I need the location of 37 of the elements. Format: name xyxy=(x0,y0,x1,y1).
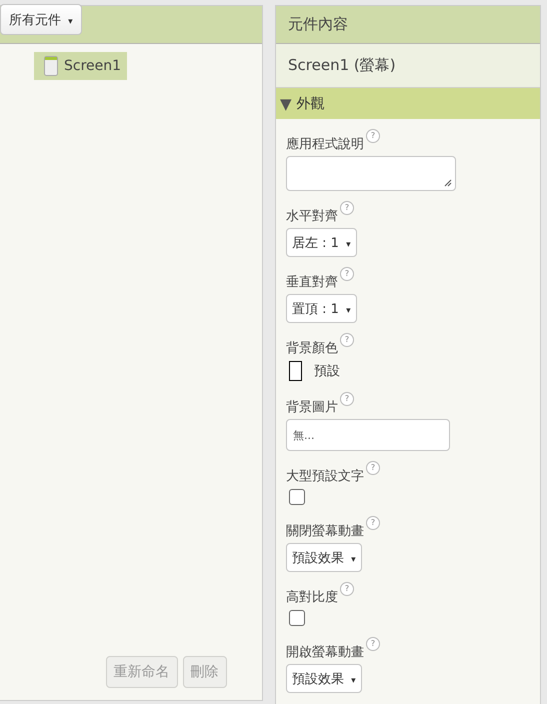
tree-item[interactable]: Screen1 xyxy=(34,52,128,80)
panel-title: 元件內容 xyxy=(276,6,540,44)
property-label: 大型預設文字 xyxy=(286,469,364,485)
help-icon[interactable]: ? xyxy=(366,129,380,143)
property-label: 背景顏色 xyxy=(286,341,338,357)
property-label: 水平對齊 xyxy=(286,209,338,225)
property-dropdown[interactable]: 居左 : 1 ▾ xyxy=(286,228,357,257)
help-icon[interactable]: ? xyxy=(340,201,354,215)
section-label: 外觀 xyxy=(296,94,325,112)
property-dropdown[interactable]: 預設效果 ▾ xyxy=(286,543,362,572)
property-label: 關閉螢幕動畫 xyxy=(286,524,364,540)
property-dropdown[interactable]: 預設效果 ▾ xyxy=(286,664,362,693)
property-label: 背景圖片 xyxy=(286,400,338,416)
property-label: 高對比度 xyxy=(286,590,338,606)
checkbox[interactable] xyxy=(289,489,305,505)
section-header[interactable]: ▼ 外觀 xyxy=(276,88,540,119)
help-icon[interactable]: ? xyxy=(366,461,380,475)
filter-dropdown[interactable]: 所有元件 ▾ xyxy=(0,4,82,35)
help-icon[interactable]: ? xyxy=(340,582,354,596)
property-label: 開啟螢幕動畫 xyxy=(286,645,364,661)
toggle-icon[interactable]: ▼ xyxy=(280,94,292,112)
screen-icon xyxy=(44,56,58,76)
property-label: 垂直對齊 xyxy=(286,275,338,291)
color-swatch[interactable] xyxy=(289,361,302,381)
text-field[interactable]: 無... xyxy=(286,419,450,451)
property-label: 應用程式說明 xyxy=(286,137,364,153)
help-icon[interactable]: ? xyxy=(366,637,380,651)
help-icon[interactable]: ? xyxy=(340,267,354,281)
help-icon[interactable]: ? xyxy=(340,333,354,347)
resize-grip-icon[interactable] xyxy=(444,179,452,187)
property-dropdown[interactable]: 置頂 : 1 ▾ xyxy=(286,294,357,323)
component-name: Screen1 (螢幕) xyxy=(276,44,540,88)
tree-label: Screen1 xyxy=(64,58,122,74)
help-icon[interactable]: ? xyxy=(366,516,380,530)
help-icon[interactable]: ? xyxy=(340,392,354,406)
checkbox[interactable] xyxy=(289,610,305,626)
color-value: 預設 xyxy=(314,363,340,380)
